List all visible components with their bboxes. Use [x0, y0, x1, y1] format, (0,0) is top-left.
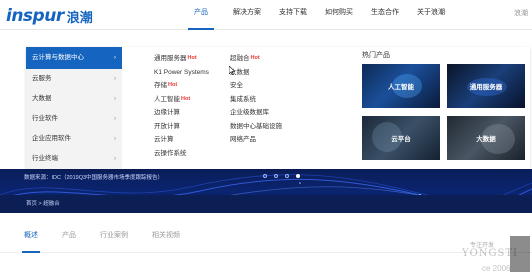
menu-link-cloud-computing[interactable]: 云计算	[154, 133, 209, 147]
sidebar-item-big-data[interactable]: 大数据 ›	[26, 89, 122, 109]
tile-label: 通用服务器	[469, 84, 503, 91]
sidebar-item-label: 大数据	[32, 95, 52, 102]
sidebar-item-label: 行业终端	[32, 155, 58, 162]
banner-dot[interactable]	[274, 174, 278, 178]
chevron-right-icon: ›	[114, 96, 116, 102]
top-header: inspur 浪潮 产品 解决方案 支持下载 如何购买 生态合作 关于浪潮 浪潮	[0, 0, 532, 30]
menu-link-open-computing[interactable]: 开放计算	[154, 120, 209, 134]
hot-products-title: 热门产品	[362, 52, 390, 59]
menu-sidebar: 云计算与数据中心 › 云服务 › 大数据 › 行业软件 › 企业应用软件 › 行…	[26, 47, 122, 169]
nav-products[interactable]: 产品	[178, 0, 224, 30]
hot-badge: Hot	[181, 95, 191, 102]
logo-wordmark: inspur	[6, 6, 64, 26]
breadcrumb-text[interactable]: 首页 > 超融合	[26, 199, 60, 207]
banner-source-text: 数据来源：IDC（2019Q3中国服务器市场季度跟踪报告）	[24, 175, 164, 181]
tab-cases[interactable]: 行业案例	[100, 230, 128, 240]
tab-active-indicator	[22, 251, 40, 253]
tab-videos[interactable]: 相关视频	[152, 230, 180, 240]
menu-link-general-server[interactable]: 通用服务器Hot	[154, 52, 209, 66]
logo-chinese: 浪潮	[66, 10, 93, 26]
menu-link-hyperconverged[interactable]: 超融合Hot	[230, 52, 282, 66]
products-mega-menu: 云计算与数据中心 › 云服务 › 大数据 › 行业软件 › 企业应用软件 › 行…	[26, 47, 530, 169]
banner-dot[interactable]	[263, 174, 267, 178]
menu-link-edge-computing[interactable]: 边缘计算	[154, 106, 209, 120]
banner-dot-active[interactable]	[296, 174, 300, 178]
breadcrumb: 首页 > 超融合	[0, 195, 532, 213]
main-nav: 产品 解决方案 支持下载 如何购买 生态合作 关于浪潮	[178, 0, 454, 30]
menu-link-enterprise-db[interactable]: 企业级数据库	[230, 106, 282, 120]
hot-tile-ai[interactable]: 人工智能	[362, 64, 440, 108]
page: inspur 浪潮 产品 解决方案 支持下载 如何购买 生态合作 关于浪潮 浪潮…	[0, 0, 532, 280]
chevron-right-icon: ›	[114, 156, 116, 162]
menu-column-1: 通用服务器Hot K1 Power Systems 存储Hot 人工智能Hot …	[154, 52, 209, 160]
nav-how-to-buy[interactable]: 如何购买	[316, 0, 362, 30]
nav-support[interactable]: 支持下载	[270, 0, 316, 30]
sidebar-item-label: 企业应用软件	[32, 135, 71, 142]
hot-tile-cloud-platform[interactable]: 云平台	[362, 116, 440, 160]
tile-label: 人工智能	[388, 84, 414, 91]
watermark: 专注开发 YONGSTI ce 2006	[452, 234, 532, 280]
hot-tile-big-data[interactable]: 大数据	[447, 116, 525, 160]
menu-link-cloud-os[interactable]: 云操作系统	[154, 147, 209, 161]
menu-column-2: 超融合Hot 大数据 安全 集成系统 企业级数据库 数据中心基础设施 网络产品	[230, 52, 282, 147]
banner-pagination	[263, 174, 300, 178]
sidebar-item-label: 云计算与数据中心	[32, 54, 84, 61]
nav-about[interactable]: 关于浪潮	[408, 0, 454, 30]
sidebar-item-industry-software[interactable]: 行业软件 ›	[26, 109, 122, 129]
inspur-logo[interactable]: inspur 浪潮	[6, 6, 93, 26]
menu-link-security[interactable]: 安全	[230, 79, 282, 93]
chevron-right-icon: ›	[114, 55, 116, 61]
tab-overview[interactable]: 概述	[24, 230, 38, 240]
sidebar-item-enterprise-software[interactable]: 企业应用软件 ›	[26, 129, 122, 149]
tile-label: 大数据	[476, 136, 496, 143]
chevron-right-icon: ›	[114, 116, 116, 122]
sidebar-item-label: 云服务	[32, 75, 52, 82]
nav-ecosystem[interactable]: 生态合作	[362, 0, 408, 30]
hot-badge: Hot	[250, 55, 260, 61]
menu-link-integrated-systems[interactable]: 集成系统	[230, 93, 282, 107]
tile-label: 云平台	[391, 136, 411, 143]
menu-link-network[interactable]: 网络产品	[230, 133, 282, 147]
menu-link-storage[interactable]: 存储Hot	[154, 79, 209, 93]
chevron-right-icon: ›	[114, 76, 116, 82]
chevron-right-icon: ›	[114, 136, 116, 142]
menu-link-ai[interactable]: 人工智能Hot	[154, 93, 209, 107]
tab-products[interactable]: 产品	[62, 230, 76, 240]
menu-link-dc-infrastructure[interactable]: 数据中心基础设施	[230, 120, 282, 134]
sidebar-item-cloud-service[interactable]: 云服务 ›	[26, 69, 122, 89]
hot-badge: Hot	[168, 82, 178, 88]
nav-solutions[interactable]: 解决方案	[224, 0, 270, 30]
header-right-text[interactable]: 浪潮	[514, 8, 528, 18]
sidebar-item-cloud-datacenter[interactable]: 云计算与数据中心 ›	[26, 47, 122, 69]
hot-badge: Hot	[187, 55, 197, 61]
hot-tile-general-server[interactable]: 通用服务器	[447, 64, 525, 108]
watermark-seal	[510, 236, 530, 272]
sidebar-item-label: 行业软件	[32, 115, 58, 122]
mouse-cursor-icon	[229, 66, 235, 75]
sidebar-item-industry-terminal[interactable]: 行业终端 ›	[26, 149, 122, 169]
watermark-year: ce 2006	[482, 264, 511, 273]
menu-link-k1-power[interactable]: K1 Power Systems	[154, 66, 209, 80]
banner-dot[interactable]	[285, 174, 289, 178]
menu-link-big-data[interactable]: 大数据	[230, 66, 282, 80]
